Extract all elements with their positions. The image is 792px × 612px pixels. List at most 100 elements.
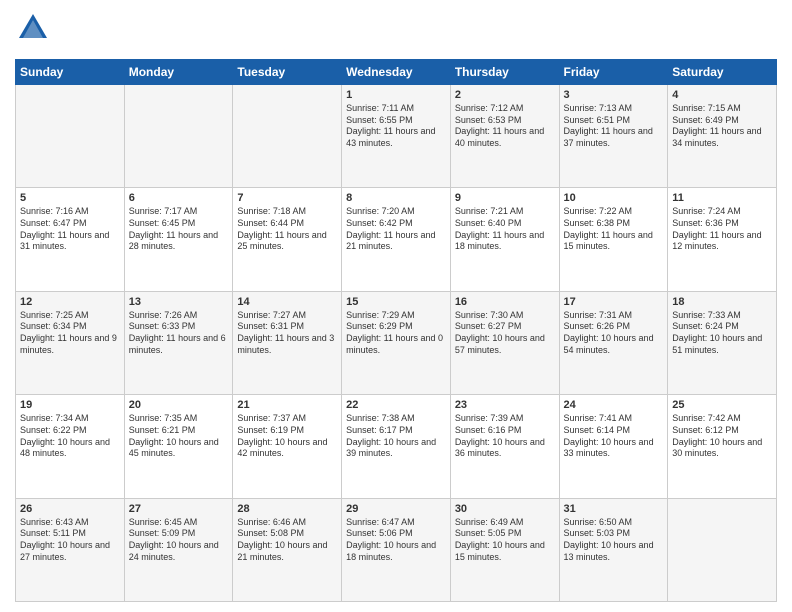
calendar-cell: 30Sunrise: 6:49 AMSunset: 5:05 PMDayligh… (450, 498, 559, 601)
day-info: Sunrise: 7:29 AM (346, 310, 446, 322)
day-of-week-sunday: Sunday (16, 60, 125, 85)
day-number: 25 (672, 399, 772, 411)
day-number: 31 (564, 503, 664, 515)
day-info: Sunset: 6:22 PM (20, 425, 120, 437)
calendar-cell: 19Sunrise: 7:34 AMSunset: 6:22 PMDayligh… (16, 395, 125, 498)
day-info: Sunset: 5:05 PM (455, 528, 555, 540)
day-info: Sunset: 6:55 PM (346, 115, 446, 127)
day-info: Sunrise: 7:15 AM (672, 103, 772, 115)
day-info: Sunset: 6:29 PM (346, 321, 446, 333)
day-info: Sunset: 6:17 PM (346, 425, 446, 437)
day-info: Sunrise: 7:18 AM (237, 206, 337, 218)
day-number: 23 (455, 399, 555, 411)
day-info: Daylight: 10 hours and 57 minutes. (455, 333, 555, 356)
day-info: Daylight: 10 hours and 15 minutes. (455, 540, 555, 563)
calendar-cell: 12Sunrise: 7:25 AMSunset: 6:34 PMDayligh… (16, 291, 125, 394)
day-info: Daylight: 11 hours and 40 minutes. (455, 126, 555, 149)
day-info: Daylight: 11 hours and 18 minutes. (455, 230, 555, 253)
day-info: Daylight: 10 hours and 27 minutes. (20, 540, 120, 563)
calendar-cell: 24Sunrise: 7:41 AMSunset: 6:14 PMDayligh… (559, 395, 668, 498)
calendar-cell (233, 85, 342, 188)
day-info: Sunrise: 7:38 AM (346, 413, 446, 425)
day-info: Daylight: 11 hours and 9 minutes. (20, 333, 120, 356)
calendar-cell: 18Sunrise: 7:33 AMSunset: 6:24 PMDayligh… (668, 291, 777, 394)
calendar-cell: 27Sunrise: 6:45 AMSunset: 5:09 PMDayligh… (124, 498, 233, 601)
day-info: Daylight: 11 hours and 28 minutes. (129, 230, 229, 253)
day-info: Sunrise: 6:46 AM (237, 517, 337, 529)
day-info: Sunrise: 7:42 AM (672, 413, 772, 425)
calendar-cell: 28 Sunrise: 6:46 AMSunset: 5:08 PMDayligh… (233, 498, 342, 601)
day-info: Sunrise: 7:17 AM (129, 206, 229, 218)
day-info: Sunset: 6:21 PM (129, 425, 229, 437)
day-info: Sunset: 6:45 PM (129, 218, 229, 230)
day-info: Daylight: 10 hours and 21 minutes. (237, 540, 337, 563)
page: SundayMondayTuesdayWednesdayThursdayFrid… (0, 0, 792, 612)
calendar-cell: 31Sunrise: 6:50 AMSunset: 5:03 PMDayligh… (559, 498, 668, 601)
day-of-week-saturday: Saturday (668, 60, 777, 85)
day-number: 12 (20, 296, 120, 308)
day-info: Daylight: 11 hours and 6 minutes. (129, 333, 229, 356)
day-info: Daylight: 11 hours and 12 minutes. (672, 230, 772, 253)
day-number: 1 (346, 89, 446, 101)
day-number: 7 (237, 192, 337, 204)
day-info: Sunrise: 7:25 AM (20, 310, 120, 322)
day-number: 29 (346, 503, 446, 515)
day-info: Sunrise: 6:43 AM (20, 517, 120, 529)
day-number: 17 (564, 296, 664, 308)
calendar-cell: 8Sunrise: 7:20 AMSunset: 6:42 PMDaylight… (342, 188, 451, 291)
day-number: 2 (455, 89, 555, 101)
day-info: Sunrise: 6:47 AM (346, 517, 446, 529)
day-info: Sunrise: 7:24 AM (672, 206, 772, 218)
day-info: Daylight: 10 hours and 13 minutes. (564, 540, 664, 563)
day-info: Sunset: 6:44 PM (237, 218, 337, 230)
day-info: Sunrise: 7:13 AM (564, 103, 664, 115)
day-info: Sunrise: 7:31 AM (564, 310, 664, 322)
logo (15, 10, 51, 51)
day-info: Sunrise: 7:21 AM (455, 206, 555, 218)
day-of-week-thursday: Thursday (450, 60, 559, 85)
calendar-cell: 16Sunrise: 7:30 AMSunset: 6:27 PMDayligh… (450, 291, 559, 394)
calendar-cell: 6Sunrise: 7:17 AMSunset: 6:45 PMDaylight… (124, 188, 233, 291)
day-info: Daylight: 11 hours and 37 minutes. (564, 126, 664, 149)
day-number: 30 (455, 503, 555, 515)
day-info: Daylight: 10 hours and 36 minutes. (455, 437, 555, 460)
day-number: 15 (346, 296, 446, 308)
day-info: Sunrise: 7:12 AM (455, 103, 555, 115)
day-info: Sunset: 5:08 PM (237, 528, 337, 540)
day-info: Sunset: 6:26 PM (564, 321, 664, 333)
day-info: Daylight: 10 hours and 48 minutes. (20, 437, 120, 460)
calendar-cell (124, 85, 233, 188)
day-info: Sunset: 6:31 PM (237, 321, 337, 333)
day-info: Daylight: 11 hours and 15 minutes. (564, 230, 664, 253)
day-info: Sunset: 6:47 PM (20, 218, 120, 230)
day-number: 28 (237, 503, 337, 515)
day-info: Sunset: 6:24 PM (672, 321, 772, 333)
day-info: Daylight: 11 hours and 21 minutes. (346, 230, 446, 253)
calendar-cell: 4Sunrise: 7:15 AMSunset: 6:49 PMDaylight… (668, 85, 777, 188)
day-info: Sunrise: 7:27 AM (237, 310, 337, 322)
day-info: Sunrise: 7:20 AM (346, 206, 446, 218)
day-number: 18 (672, 296, 772, 308)
calendar-cell: 15 Sunrise: 7:29 AMSunset: 6:29 PMDayligh… (342, 291, 451, 394)
day-info: Daylight: 11 hours and 0 minutes. (346, 333, 446, 356)
day-info: Sunrise: 6:50 AM (564, 517, 664, 529)
day-number: 20 (129, 399, 229, 411)
calendar: SundayMondayTuesdayWednesdayThursdayFrid… (15, 59, 777, 602)
calendar-cell: 13Sunrise: 7:26 AMSunset: 6:33 PMDayligh… (124, 291, 233, 394)
day-of-week-friday: Friday (559, 60, 668, 85)
calendar-cell: 20Sunrise: 7:35 AMSunset: 6:21 PMDayligh… (124, 395, 233, 498)
calendar-cell: 26Sunrise: 6:43 AMSunset: 5:11 PMDayligh… (16, 498, 125, 601)
day-info: Sunrise: 6:45 AM (129, 517, 229, 529)
logo-icon (15, 10, 51, 51)
day-info: Daylight: 10 hours and 18 minutes. (346, 540, 446, 563)
day-info: Sunset: 6:14 PM (564, 425, 664, 437)
day-info: Sunset: 6:40 PM (455, 218, 555, 230)
calendar-cell: 14Sunrise: 7:27 AMSunset: 6:31 PMDayligh… (233, 291, 342, 394)
day-number: 27 (129, 503, 229, 515)
day-info: Sunset: 6:33 PM (129, 321, 229, 333)
day-info: Sunrise: 7:41 AM (564, 413, 664, 425)
day-info: Sunset: 6:19 PM (237, 425, 337, 437)
calendar-cell: 7Sunrise: 7:18 AMSunset: 6:44 PMDaylight… (233, 188, 342, 291)
day-number: 11 (672, 192, 772, 204)
day-info: Daylight: 11 hours and 3 minutes. (237, 333, 337, 356)
